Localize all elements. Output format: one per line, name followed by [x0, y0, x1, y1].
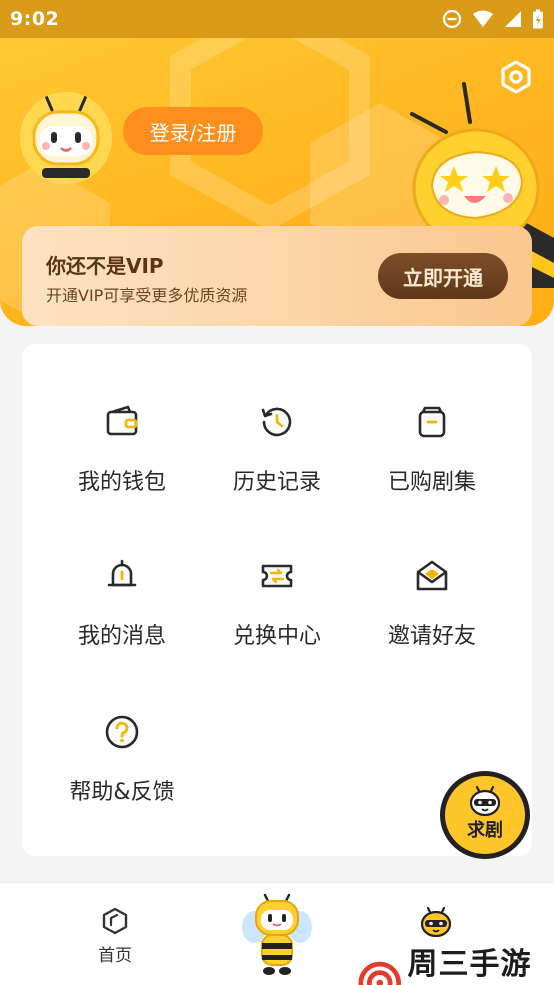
nav-label-home: 首页	[98, 946, 132, 966]
menu-label-wallet: 我的钱包	[77, 470, 166, 495]
bee-character-icon	[242, 893, 312, 975]
vip-subtitle: 开通VIP可享受更多优质资源	[46, 286, 248, 305]
menu-label-exchange: 兑换中心	[232, 624, 321, 649]
watermark-text: 周三手游网	[407, 947, 532, 982]
bottom-navigation: 首页 周三手游	[0, 882, 554, 985]
bell-icon	[107, 559, 137, 587]
wallet-icon	[106, 405, 138, 436]
menu-label-history: 历史记录	[232, 470, 321, 495]
do-not-disturb-icon	[442, 9, 462, 29]
avatar[interactable]	[20, 92, 112, 184]
home-hexagon-icon	[102, 907, 128, 935]
menu-item-wallet[interactable]: 我的钱包	[37, 404, 207, 524]
bee-avatar-icon	[20, 92, 112, 184]
menu-item-help[interactable]: 帮助&反馈	[37, 714, 207, 834]
menu-item-history[interactable]: 历史记录	[192, 404, 362, 524]
bee-face-mine-icon	[420, 907, 452, 937]
profile-header: 登录/注册 你还不是VIP 开通VIP可享受更多优质资源 立即开通	[0, 38, 554, 326]
vip-title: 你还不是VIP	[46, 254, 164, 278]
nav-item-mine[interactable]	[420, 907, 452, 937]
history-icon	[261, 407, 292, 437]
battery-icon	[533, 9, 543, 29]
signal-icon	[505, 11, 521, 27]
request-drama-label: 求剧	[467, 820, 503, 841]
site-watermark: 周三手游网	[358, 939, 554, 985]
invite-mail-icon	[416, 560, 448, 591]
purchased-icon	[418, 406, 446, 438]
menu-item-exchange[interactable]: 兑换中心	[192, 558, 362, 678]
nav-item-center-bee[interactable]	[240, 893, 314, 979]
request-drama-button[interactable]: 求剧	[440, 771, 530, 859]
vip-banner[interactable]: 你还不是VIP 开通VIP可享受更多优质资源 立即开通	[22, 226, 532, 326]
status-time: 9:02	[10, 8, 60, 30]
menu-label-invite: 邀请好友	[387, 624, 476, 649]
login-register-button[interactable]: 登录/注册	[123, 107, 263, 155]
menu-item-purchased[interactable]: 已购剧集	[347, 404, 517, 524]
menu-label-purchased: 已购剧集	[387, 470, 476, 495]
status-bar: 9:02	[0, 0, 554, 38]
exchange-icon	[261, 564, 293, 588]
help-icon	[105, 715, 139, 749]
nav-item-home[interactable]: 首页	[98, 907, 132, 966]
wifi-icon	[473, 10, 493, 27]
feature-menu: 我的钱包 历史记录 已购剧集 我的消息 兑换中心 邀请好友 帮助&反馈	[22, 344, 532, 856]
menu-item-messages[interactable]: 我的消息	[37, 558, 207, 678]
open-vip-button[interactable]: 立即开通	[378, 253, 508, 299]
watermark-logo-icon	[358, 961, 402, 985]
bee-face-icon	[469, 786, 501, 816]
menu-label-messages: 我的消息	[77, 624, 166, 649]
menu-label-help: 帮助&反馈	[69, 780, 175, 805]
status-icons	[442, 9, 544, 29]
menu-item-invite[interactable]: 邀请好友	[347, 558, 517, 678]
